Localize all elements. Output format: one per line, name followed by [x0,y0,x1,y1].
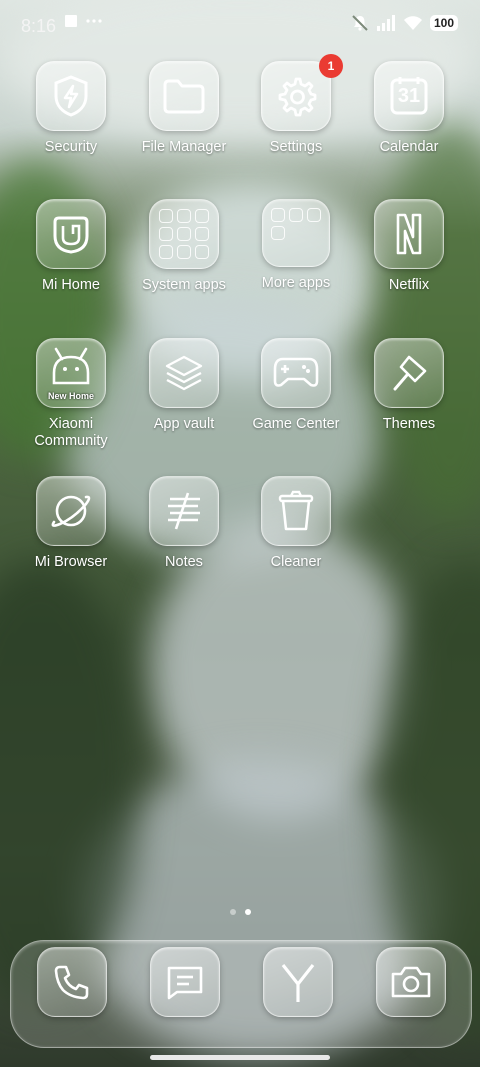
app-label: More apps [261,275,331,291]
page-dot[interactable] [229,909,236,915]
app-app-vault[interactable]: App vault [124,338,244,433]
app-game-center[interactable]: Game Center [236,338,356,433]
folder-icon [149,61,219,131]
calendar-icon: 31 [374,61,444,131]
dock-yandex-browser[interactable] [263,947,333,1017]
app-netflix[interactable]: Netflix [349,199,469,294]
app-calendar[interactable]: 31 Calendar [349,61,469,156]
dock-phone[interactable] [37,947,107,1017]
notes-icon [149,476,219,546]
app-label: Mi Browser [34,554,108,570]
messages-icon [150,947,220,1017]
app-label: Notes [165,554,203,570]
signal-icon [376,15,396,31]
notification-square-icon [64,14,78,28]
xiaomi-community-icon: New Home [36,338,106,408]
status-bar: 8:16 100 [0,0,480,52]
app-mi-home[interactable]: Mi Home [11,199,131,294]
app-mi-browser[interactable]: Mi Browser [11,476,131,571]
app-label: Calendar [379,139,439,155]
app-label: Mi Home [41,277,100,293]
silent-bell-icon [351,14,369,32]
community-banner-text: New Home [47,391,94,401]
camera-icon [376,947,446,1017]
phone-icon [37,947,107,1017]
gear-icon: 1 [261,54,343,131]
page-indicator[interactable] [0,909,480,915]
netflix-n-icon [374,199,444,269]
app-security[interactable]: Security [11,61,131,156]
folder-grid-icon [149,199,219,269]
paint-brush-icon [374,338,444,408]
dock [10,940,472,1048]
notification-badge: 1 [319,54,343,78]
yandex-y-icon [263,947,333,1017]
folder-grid-icon [262,199,330,267]
trash-icon [261,476,331,546]
app-label: App vault [153,416,215,432]
app-label: Themes [382,416,436,432]
app-label: Settings [269,139,323,155]
gamepad-icon [261,338,331,408]
app-label: Game Center [252,416,340,432]
calendar-day-text: 31 [397,85,421,107]
planet-icon [36,476,106,546]
mi-home-icon [36,199,106,269]
app-system-apps-folder[interactable]: System apps [124,199,244,294]
app-settings[interactable]: 1 Settings [236,54,356,156]
battery-icon: 100 [429,15,458,31]
status-time: 8:16 [21,16,57,36]
app-label: Security [44,139,98,155]
more-dots-icon [86,18,102,24]
home-gesture-bar[interactable] [150,1055,330,1060]
app-cleaner[interactable]: Cleaner [236,476,356,571]
app-more-apps-folder[interactable]: More apps [236,199,356,292]
app-label: File Manager [141,139,227,155]
app-file-manager[interactable]: File Manager [124,61,244,156]
wifi-icon [403,15,423,31]
shield-bolt-icon [36,61,106,131]
app-xiaomi-community[interactable]: New Home Xiaomi Community [11,338,131,450]
app-label: Netflix [388,277,430,293]
app-label: Xiaomi Community [34,416,108,449]
dock-messages[interactable] [150,947,220,1017]
app-themes[interactable]: Themes [349,338,469,433]
app-label: Cleaner [270,554,322,570]
app-label: System apps [142,277,226,293]
page-dot-active[interactable] [244,909,251,915]
layers-icon [149,338,219,408]
dock-camera[interactable] [376,947,446,1017]
app-notes[interactable]: Notes [124,476,244,571]
